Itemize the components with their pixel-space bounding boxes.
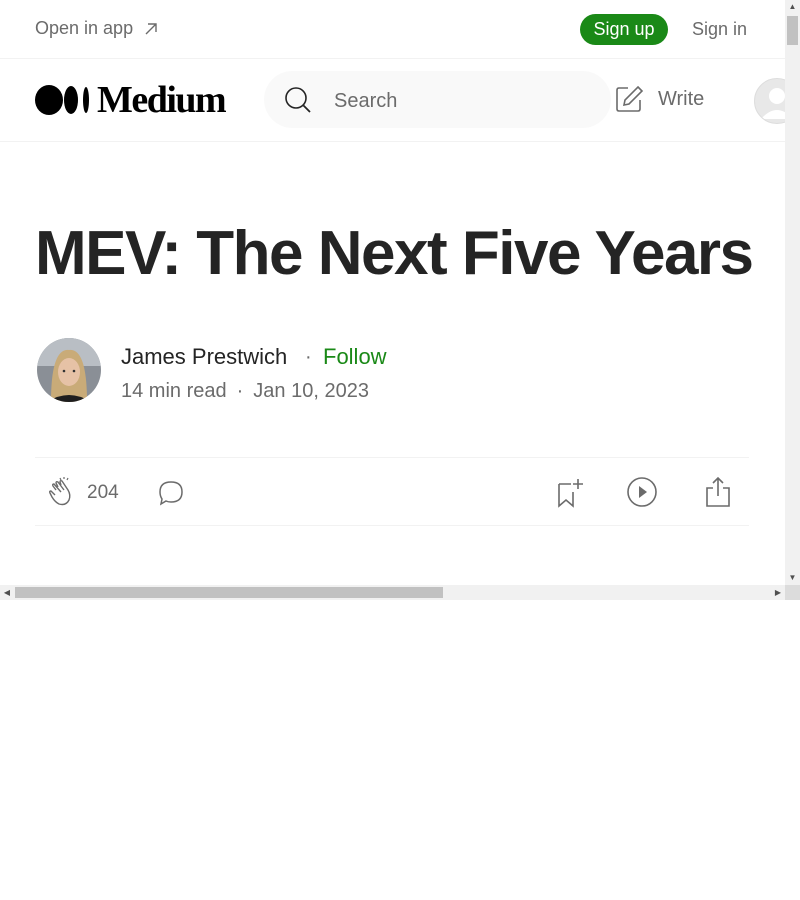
- open-in-app-link[interactable]: Open in app: [35, 18, 159, 39]
- medium-logo-icon: [35, 85, 89, 115]
- site-header: Medium Write: [0, 59, 785, 142]
- follow-button[interactable]: Follow: [323, 344, 387, 370]
- medium-logo[interactable]: Medium: [35, 79, 227, 121]
- browser-viewport: Open in app Sign up Sign in Medium Searc…: [0, 0, 800, 600]
- sign-in-link[interactable]: Sign in: [692, 19, 747, 40]
- horizontal-scrollbar[interactable]: ◀ ▶: [0, 585, 785, 600]
- vertical-scrollbar-thumb[interactable]: [787, 16, 798, 45]
- sign-up-button[interactable]: Sign up: [580, 14, 668, 45]
- user-avatar-icon[interactable]: [754, 78, 785, 124]
- brand-name: Medium: [97, 79, 227, 121]
- article-action-bar: 204: [35, 457, 749, 526]
- write-button[interactable]: Write: [614, 84, 704, 114]
- search-box[interactable]: [264, 71, 611, 128]
- open-in-app-label: Open in app: [35, 18, 134, 38]
- write-label: Write: [658, 87, 705, 110]
- listen-icon[interactable]: [626, 476, 658, 508]
- scroll-down-arrow-icon[interactable]: ▼: [785, 571, 800, 585]
- scroll-right-arrow-icon[interactable]: ▶: [771, 585, 785, 600]
- scroll-up-arrow-icon[interactable]: ▲: [785, 0, 800, 14]
- bookmark-icon[interactable]: [555, 476, 585, 508]
- horizontal-scrollbar-thumb[interactable]: [15, 587, 443, 598]
- article-title: MEV: The Next Five Years: [35, 219, 754, 288]
- page-content: Open in app Sign up Sign in Medium Searc…: [0, 0, 785, 585]
- publish-date: Jan 10, 2023: [253, 380, 369, 402]
- write-icon: [616, 85, 644, 112]
- clap-count: 204: [87, 482, 119, 503]
- author-avatar[interactable]: [37, 338, 101, 402]
- author-name[interactable]: James Prestwich: [121, 344, 287, 370]
- vertical-scrollbar[interactable]: ▲ ▼: [785, 0, 800, 585]
- separator-dot: ·: [236, 380, 244, 402]
- search-icon: [285, 87, 311, 113]
- top-bar: Open in app Sign up Sign in: [0, 0, 785, 59]
- clap-icon[interactable]: [47, 476, 79, 508]
- share-icon[interactable]: [703, 476, 733, 508]
- separator-dot: ·: [305, 346, 312, 368]
- search-input[interactable]: [332, 85, 596, 117]
- article-meta: 14 min read · Jan 10, 2023: [121, 380, 369, 403]
- scroll-left-arrow-icon[interactable]: ◀: [0, 585, 14, 600]
- arrow-up-right-icon: [145, 22, 157, 34]
- read-time: 14 min read: [121, 380, 227, 402]
- scrollbar-corner: [785, 585, 800, 600]
- comment-icon[interactable]: [157, 479, 185, 507]
